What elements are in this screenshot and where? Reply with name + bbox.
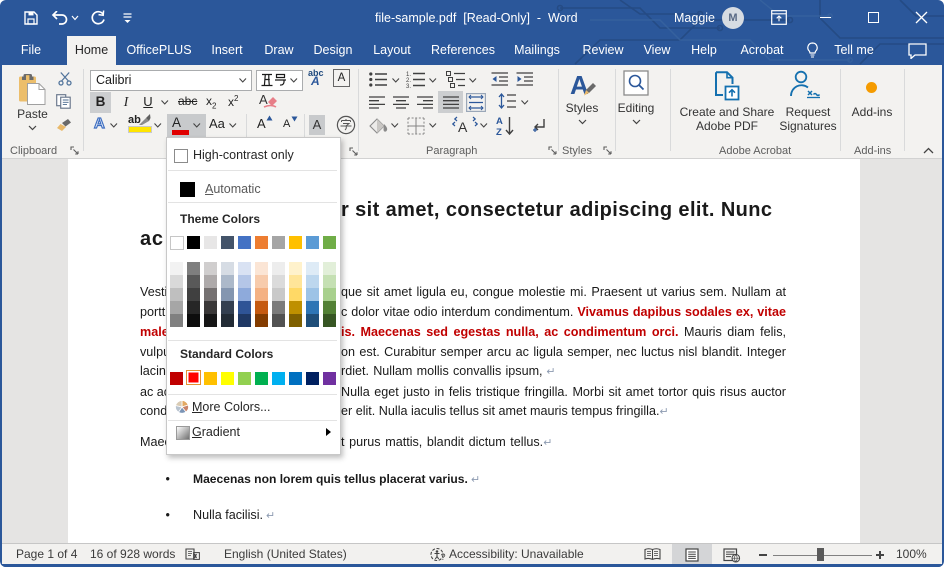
svg-text:A: A: [496, 116, 503, 127]
svg-text:A: A: [259, 92, 268, 107]
svg-text:3.: 3.: [406, 84, 411, 88]
svg-text:Z: Z: [496, 127, 502, 137]
svg-text:?: ?: [441, 552, 446, 562]
svg-text:A: A: [458, 119, 468, 135]
svg-text:A: A: [570, 70, 589, 100]
